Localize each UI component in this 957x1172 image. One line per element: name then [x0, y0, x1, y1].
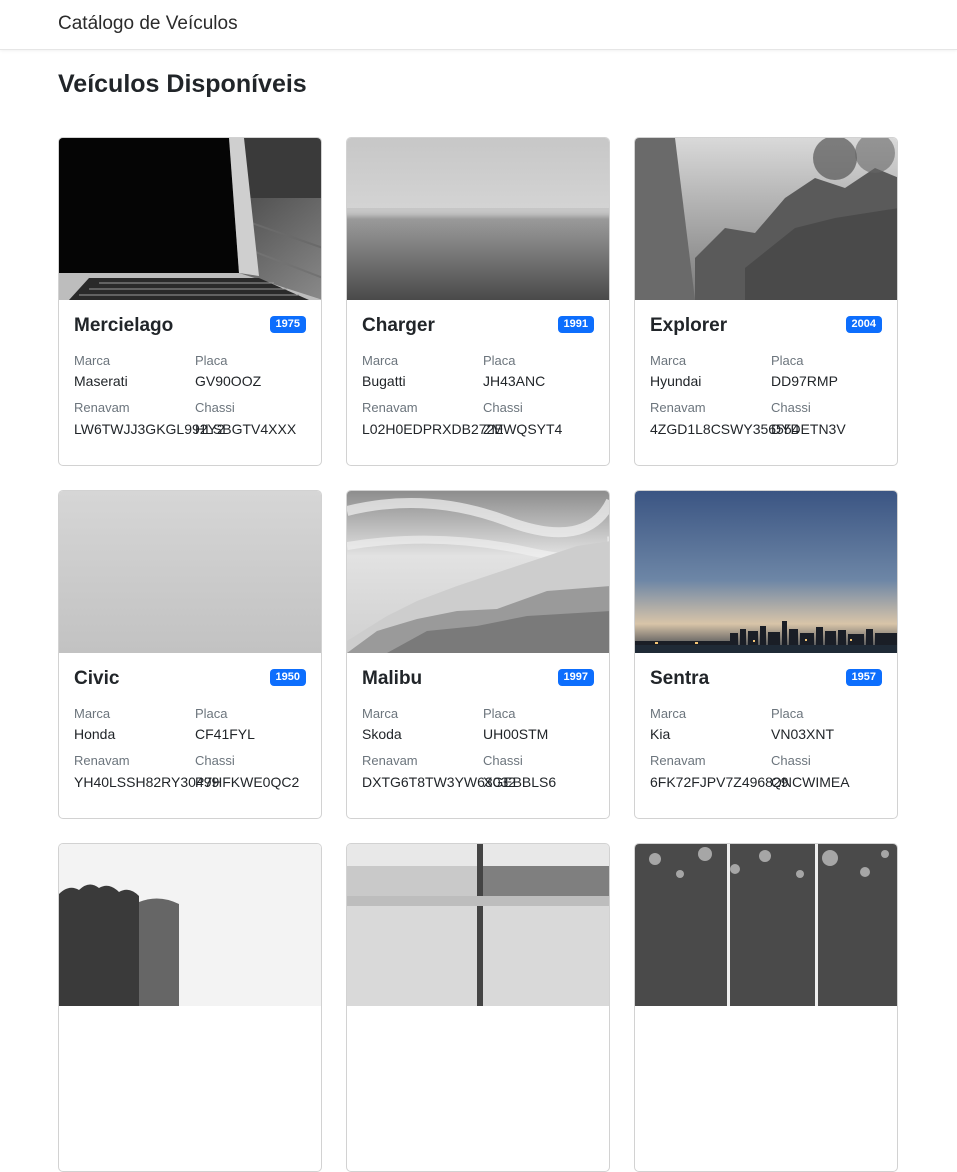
chassi-label: Chassi: [195, 753, 235, 768]
renavam-label: Renavam: [650, 400, 706, 415]
brand-value: Bugatti: [362, 373, 406, 389]
vehicle-card[interactable]: Mercielago 1975 Marca Placa Maserati GV9…: [58, 137, 322, 466]
vehicle-model: Explorer: [650, 315, 728, 336]
brand-value: Kia: [650, 726, 671, 742]
plate-value: GV90OOZ: [195, 373, 262, 389]
plate-label: Placa: [771, 706, 804, 721]
vehicle-card[interactable]: [58, 843, 322, 1172]
plate-label: Placa: [483, 706, 516, 721]
plate-value: CF41FYL: [195, 726, 255, 742]
vehicle-card[interactable]: [346, 843, 610, 1172]
vehicle-card[interactable]: Malibu 1997 Marca Placa Skoda UH00STM Re…: [346, 490, 610, 819]
brand-value: Maserati: [74, 373, 128, 389]
renavam-label: Renavam: [362, 753, 418, 768]
vehicle-image: [59, 844, 321, 1006]
brand-label: Marca: [362, 353, 399, 368]
plate-label: Placa: [771, 353, 804, 368]
renavam-label: Renavam: [362, 400, 418, 415]
year-badge: 1975: [269, 316, 306, 333]
brand-value: Skoda: [362, 726, 402, 742]
year-badge: 1950: [269, 669, 306, 686]
vehicle-card[interactable]: [634, 843, 898, 1172]
year-badge: 1997: [557, 669, 594, 686]
brand-value: Honda: [74, 726, 116, 742]
vehicle-card[interactable]: Charger 1991 Marca Placa Bugatti JH43ANC…: [346, 137, 610, 466]
plate-label: Placa: [195, 353, 228, 368]
chassi-value: P7HFKWE0QC2: [195, 774, 300, 790]
vehicle-model: Malibu: [362, 668, 423, 689]
page-title: Veículos Disponíveis: [58, 70, 307, 98]
vehicle-model: Civic: [74, 668, 120, 689]
vehicle-model: Sentra: [650, 668, 710, 689]
renavam-label: Renavam: [74, 753, 130, 768]
plate-label: Placa: [195, 706, 228, 721]
year-badge: 1991: [557, 316, 594, 333]
plate-value: UH00STM: [483, 726, 549, 742]
navbar: Catálogo de Veículos: [0, 0, 957, 50]
chassi-value: HLSBGTV4XXX: [195, 421, 297, 437]
vehicle-image: [635, 138, 897, 300]
vehicle-image: [635, 491, 897, 653]
chassi-label: Chassi: [771, 753, 811, 768]
vehicle-image: [635, 844, 897, 1006]
chassi-label: Chassi: [771, 400, 811, 415]
plate-label: Placa: [483, 353, 516, 368]
brand-label: Marca: [650, 706, 687, 721]
vehicle-image: [347, 491, 609, 653]
plate-value: VN03XNT: [771, 726, 835, 742]
vehicle-card[interactable]: Sentra 1957 Marca Placa Kia VN03XNT Rena…: [634, 490, 898, 819]
chassi-value: DYDETN3V: [771, 421, 846, 437]
vehicle-image: [59, 138, 321, 300]
chassi-label: Chassi: [195, 400, 235, 415]
brand-label: Marca: [650, 353, 687, 368]
renavam-value: 6FK72FJPV7Z496829: [650, 774, 789, 790]
renavam-label: Renavam: [74, 400, 130, 415]
chassi-value: XGEBBLS6: [483, 774, 557, 790]
vehicle-model: Charger: [362, 315, 435, 336]
vehicle-model: Mercielago: [74, 315, 174, 336]
year-badge: 2004: [845, 316, 882, 333]
renavam-label: Renavam: [650, 753, 706, 768]
chassi-label: Chassi: [483, 753, 523, 768]
vehicle-image: [347, 138, 609, 300]
chassi-value: ZMWQSYT4: [483, 421, 563, 437]
vehicle-image: [347, 844, 609, 1006]
vehicle-card[interactable]: Explorer 2004 Marca Placa Hyundai DD97RM…: [634, 137, 898, 466]
plate-value: JH43ANC: [483, 373, 546, 389]
plate-value: DD97RMP: [771, 373, 838, 389]
brand-value: Hyundai: [650, 373, 702, 389]
chassi-value: QNCWIMEA: [771, 774, 850, 790]
year-badge: 1957: [845, 669, 882, 686]
brand-label: Marca: [362, 706, 399, 721]
navbar-brand[interactable]: Catálogo de Veículos: [58, 13, 238, 35]
brand-label: Marca: [74, 706, 111, 721]
vehicle-card[interactable]: Civic 1950 Marca Placa Honda CF41FYL Ren…: [58, 490, 322, 819]
brand-label: Marca: [74, 353, 111, 368]
chassi-label: Chassi: [483, 400, 523, 415]
vehicle-image: [59, 491, 321, 653]
